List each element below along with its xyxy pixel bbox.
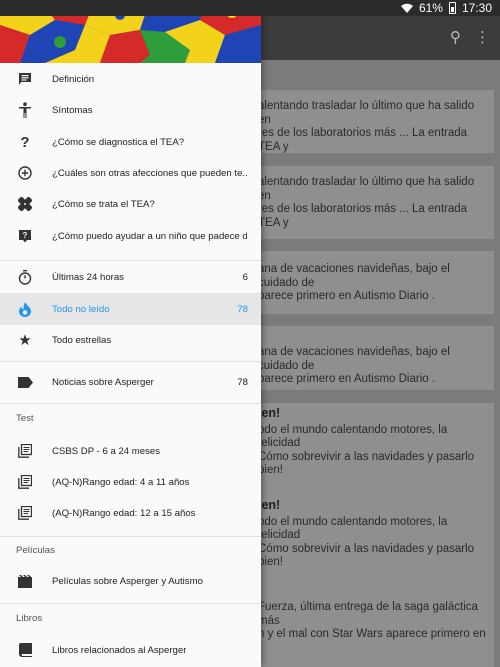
menu-item-test[interactable]: CSBS DP - 6 a 24 meses xyxy=(0,435,261,467)
article-snippet: res de los laboratorios más ... La entra… xyxy=(258,127,468,153)
article-snippet: ana de vacaciones navideñas, bajo el cui… xyxy=(258,263,450,289)
wifi-icon xyxy=(400,3,413,13)
divider xyxy=(0,361,261,362)
article-snippet: odo el mundo calentando motores, la feli… xyxy=(258,423,448,450)
menu-item-label: CSBS DP - 6 a 24 meses xyxy=(52,445,161,457)
menu-item-label: Últimas 24 horas xyxy=(52,271,124,283)
menu-item-afecciones[interactable]: ¿Cuáles son otras afecciones que pueden … xyxy=(0,157,261,189)
menu-item-count: 6 xyxy=(242,271,248,283)
menu-item-test[interactable]: (AQ-N)Rango edad: 12 a 15 años xyxy=(0,497,261,529)
menu-item-label: ¿Cómo se diagnostica el TEA? xyxy=(52,136,185,148)
article-card[interactable]: alentando trasladar lo último que ha sal… xyxy=(248,90,494,153)
article-card[interactable]: ana de vacaciones navideñas, bajo el cui… xyxy=(248,326,494,390)
help-box-icon: ? xyxy=(17,228,33,244)
menu-item-sintomas[interactable]: Síntomas xyxy=(0,94,261,126)
status-bar: 61% 17:30 xyxy=(0,0,500,16)
article-title: ien! xyxy=(258,498,281,512)
menu-item-label: ¿Cómo puedo ayudar a un niño que padece … xyxy=(52,230,247,242)
section-header-test: Test xyxy=(16,413,34,424)
question-icon: ? xyxy=(20,133,30,151)
person-icon xyxy=(17,102,33,118)
message-icon xyxy=(17,71,33,87)
menu-item-label: ¿Cómo se trata el TEA? xyxy=(52,198,155,210)
menu-item-diagnostico[interactable]: ? ¿Cómo se diagnostica el TEA? xyxy=(0,126,261,158)
article-snippet: Fuerza, última entrega de la saga galáct… xyxy=(258,601,478,627)
menu-item-label: Películas sobre Asperger y Autismo xyxy=(52,575,203,587)
article-snippet: Cómo sobrevivir a las navidades y pasarl… xyxy=(258,542,475,569)
star-icon: ★ xyxy=(18,332,32,349)
menu-item-label: ¿Cuáles son otras afecciones que pueden … xyxy=(52,167,247,179)
article-title: ien! xyxy=(258,406,281,420)
article-snippet: odo el mundo calentando motores, la feli… xyxy=(258,515,448,542)
book-icon xyxy=(17,642,33,658)
article-snippet: alentando trasladar lo último que ha sal… xyxy=(258,100,475,126)
article-snippet: res de los laboratorios más ... La entra… xyxy=(258,203,468,229)
menu-item-label: Noticias sobre Asperger xyxy=(52,376,154,388)
movie-icon xyxy=(17,573,33,589)
article-snippet: parece primero en Autismo Diario . xyxy=(258,373,436,385)
library-icon xyxy=(17,505,33,521)
article-snippet: n y el mal con Star Wars aparece primero… xyxy=(258,628,486,640)
article-snippet: alentando trasladar lo último que ha sal… xyxy=(258,176,475,202)
clock: 17:30 xyxy=(461,1,492,15)
library-icon xyxy=(17,474,33,490)
section-header-libros: Libros xyxy=(16,613,43,624)
label-icon xyxy=(17,374,33,390)
add-circle-icon xyxy=(17,165,33,181)
section-header-peliculas: Películas xyxy=(16,545,55,556)
navigation-drawer: Definición Síntomas ? ¿Cómo se diagnosti… xyxy=(0,0,261,667)
overflow-menu-icon[interactable]: ⋮ xyxy=(475,28,490,46)
menu-item-libros[interactable]: Libros relacionados al Asperger xyxy=(0,634,261,666)
article-card[interactable]: ien! odo el mundo calentando motores, la… xyxy=(248,493,494,575)
search-icon[interactable]: ⚲ xyxy=(450,28,461,46)
menu-item-label: Todo estrellas xyxy=(52,334,112,346)
menu-item-noticias-asperger[interactable]: Noticias sobre Asperger 78 xyxy=(0,366,261,398)
status-icons: 61% 17:30 xyxy=(400,1,492,15)
menu-item-label: Todo no leído xyxy=(52,303,110,315)
menu-item-label: (AQ-N)Rango edad: 4 a 11 años xyxy=(52,476,190,488)
menu-item-label: Libros relacionados al Asperger xyxy=(52,644,187,656)
article-snippet: ana de vacaciones navideñas, bajo el cui… xyxy=(258,346,450,372)
menu-item-definicion[interactable]: Definición xyxy=(0,63,261,95)
menu-item-label: Definición xyxy=(52,73,95,85)
menu-item-ayudar[interactable]: ? ¿Cómo puedo ayudar a un niño que padec… xyxy=(0,220,261,252)
menu-item-ultimas-24h[interactable]: Últimas 24 horas 6 xyxy=(0,261,261,293)
article-card[interactable]: ien! odo el mundo calentando motores, la… xyxy=(248,403,494,493)
timer-icon xyxy=(17,269,33,285)
divider xyxy=(0,403,261,404)
menu-item-todo-estrellas[interactable]: ★ Todo estrellas xyxy=(0,324,261,356)
menu-item-count: 78 xyxy=(237,303,248,315)
menu-item-tratamiento[interactable]: ¿Cómo se trata el TEA? xyxy=(0,188,261,220)
divider xyxy=(0,536,261,537)
divider xyxy=(0,603,261,604)
flame-icon xyxy=(17,301,33,317)
article-snippet: Cómo sobrevivir a las navidades y pasarl… xyxy=(258,450,475,477)
menu-item-label: (AQ-N)Rango edad: 12 a 15 años xyxy=(52,507,196,519)
bandage-icon xyxy=(17,196,33,212)
menu-item-todo-no-leido[interactable]: Todo no leído 78 xyxy=(0,293,261,325)
menu-item-label: Síntomas xyxy=(52,104,93,116)
article-card[interactable]: alentando trasladar lo último que ha sal… xyxy=(248,166,494,239)
battery-icon xyxy=(448,2,456,14)
article-snippet: parece primero en Autismo Diario . xyxy=(258,290,436,302)
menu-item-count: 78 xyxy=(237,376,248,388)
svg-text:?: ? xyxy=(23,231,28,240)
article-card[interactable]: ana de vacaciones navideñas, bajo el cui… xyxy=(248,251,494,314)
menu-item-test[interactable]: (AQ-N)Rango edad: 4 a 11 años xyxy=(0,466,261,498)
article-card[interactable]: Fuerza, última entrega de la saga galáct… xyxy=(248,575,494,667)
library-icon xyxy=(17,443,33,459)
battery-percent: 61% xyxy=(418,1,443,15)
menu-item-peliculas[interactable]: Películas sobre Asperger y Autismo xyxy=(0,565,261,597)
